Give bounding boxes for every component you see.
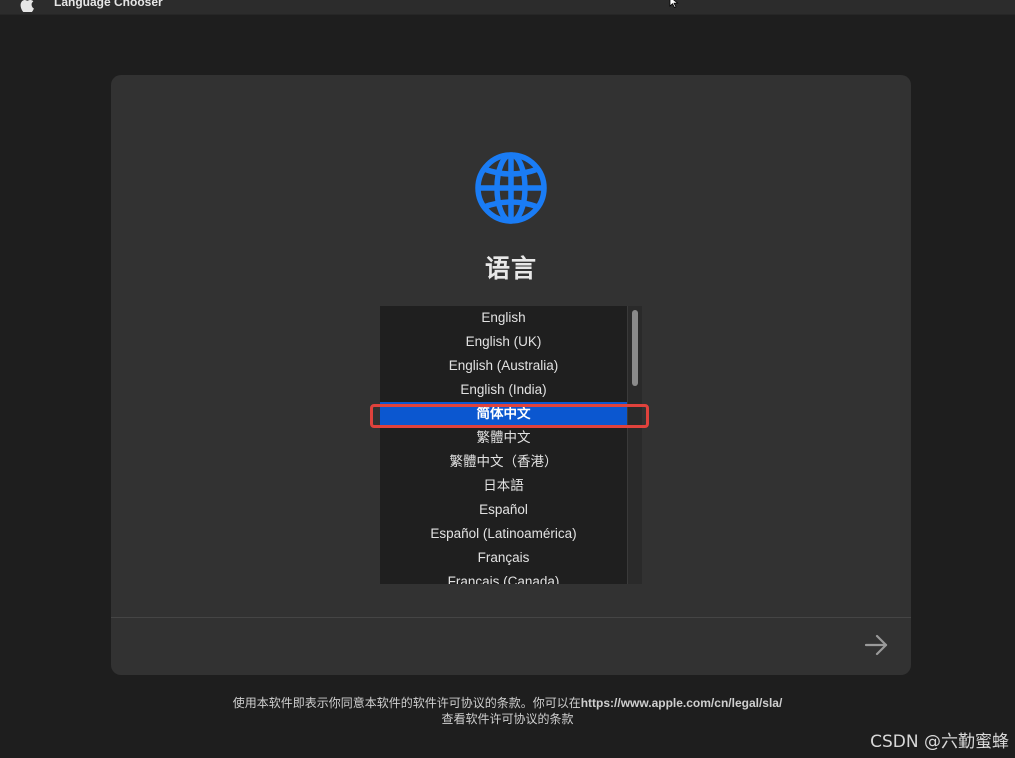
language-option[interactable]: English (Australia) xyxy=(380,354,627,378)
license-link[interactable]: https://www.apple.com/cn/legal/sla/ xyxy=(581,696,783,710)
menu-bar: Language Chooser xyxy=(0,0,1015,15)
language-option[interactable]: English (India) xyxy=(380,378,627,402)
app-name-menu[interactable]: Language Chooser xyxy=(54,0,163,9)
language-option[interactable]: Français (Canada) xyxy=(380,570,627,584)
footer-divider xyxy=(111,617,911,618)
apple-logo-icon[interactable] xyxy=(20,0,34,12)
language-option[interactable]: 日本語 xyxy=(380,474,627,498)
language-list[interactable]: English English (UK) English (Australia) En… xyxy=(380,306,642,584)
globe-icon xyxy=(475,152,547,224)
language-option[interactable]: Español xyxy=(380,498,627,522)
mouse-cursor-icon xyxy=(669,0,679,8)
license-text-prefix: 使用本软件即表示你同意本软件的软件许可协议的条款。你可以在 xyxy=(232,696,581,710)
annotation-highlight-box xyxy=(370,404,649,428)
language-option[interactable]: 繁體中文 xyxy=(380,426,627,450)
scrollbar-track[interactable] xyxy=(627,306,642,584)
language-option[interactable]: English xyxy=(380,306,627,330)
language-option[interactable]: Français xyxy=(380,546,627,570)
license-text-line2: 查看软件许可协议的条款 xyxy=(441,712,574,726)
scrollbar-thumb[interactable] xyxy=(632,310,638,386)
language-list-items: English English (UK) English (Australia) En… xyxy=(380,306,627,584)
language-option[interactable]: English (UK) xyxy=(380,330,627,354)
page-title: 语言 xyxy=(484,254,537,283)
language-option[interactable]: 繁體中文（香港） xyxy=(380,450,627,474)
language-chooser-panel: 语言 English English (UK) English (Australia… xyxy=(111,75,911,675)
license-notice: 使用本软件即表示你同意本软件的软件许可协议的条款。你可以在https://www… xyxy=(0,695,1015,727)
watermark: CSDN @六勤蜜蜂 xyxy=(870,732,1009,752)
arrow-right-icon[interactable] xyxy=(863,632,889,658)
language-option[interactable]: Español (Latinoamérica) xyxy=(380,522,627,546)
